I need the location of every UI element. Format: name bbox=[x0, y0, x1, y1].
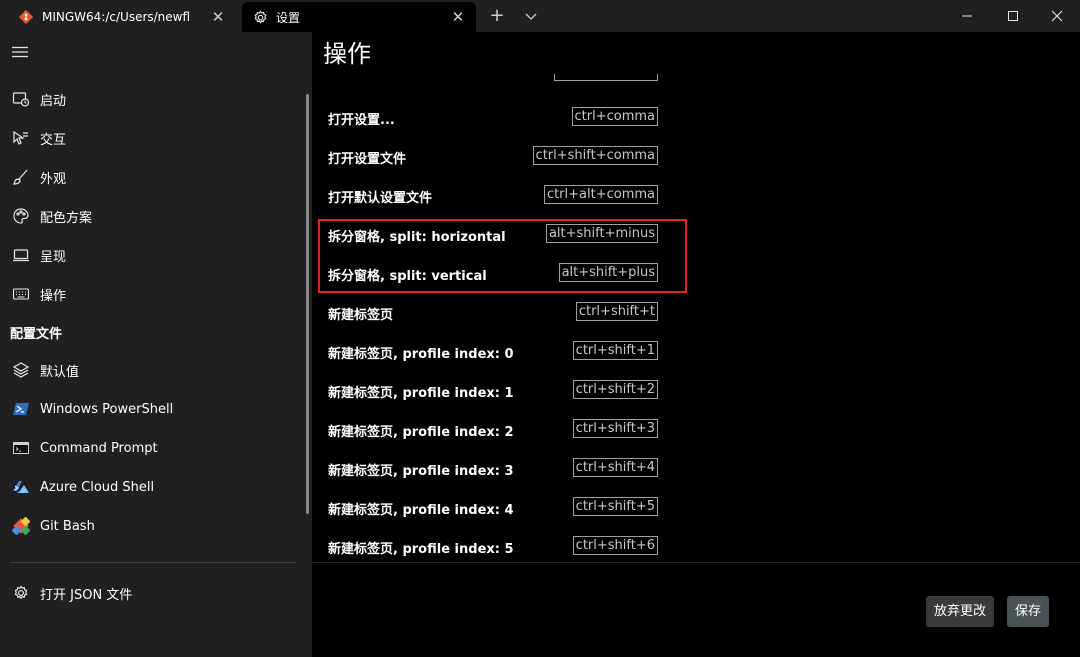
sidebar-item-label: 配色方案 bbox=[40, 210, 93, 226]
sidebar-item-label: 外观 bbox=[40, 171, 67, 187]
keybinding-action: 新建标签页, profile index: 2 bbox=[328, 425, 514, 440]
keybinding-keys[interactable]: ctrl+shift+5 bbox=[572, 497, 658, 516]
sidebar-item-actions[interactable]: 操作 bbox=[0, 276, 300, 312]
keybinding-action: 新建标签页, profile index: 3 bbox=[328, 464, 514, 479]
tab-mingw64[interactable]: MINGW64:/c/Users/newfl ✕ bbox=[8, 2, 236, 32]
keybinding-keys[interactable]: ctrl+shift+2 bbox=[572, 380, 658, 399]
cmd-icon bbox=[12, 439, 30, 457]
keybinding-row-new-tab-profile-3[interactable]: 新建标签页, profile index: 3 ctrl+shift+4 bbox=[328, 450, 658, 488]
keybinding-action: 新建标签页, profile index: 4 bbox=[328, 503, 514, 518]
keybinding-keys[interactable]: ctrl+shift+3 bbox=[572, 419, 658, 438]
keybinding-action: 新建标签页, profile index: 5 bbox=[328, 542, 514, 557]
hamburger-menu-icon[interactable] bbox=[12, 44, 28, 58]
palette-icon bbox=[12, 207, 30, 225]
window-close-button[interactable] bbox=[1034, 0, 1080, 32]
new-tab-button[interactable]: + bbox=[487, 6, 507, 26]
sidebar-item-rendering[interactable]: 呈现 bbox=[0, 237, 300, 273]
keybinding-keys[interactable]: ctrl+shift+comma bbox=[532, 146, 658, 165]
sidebar-item-azure-cloud-shell[interactable]: Azure Cloud Shell bbox=[0, 469, 300, 505]
sidebar-item-appearance[interactable]: 外观 bbox=[0, 159, 300, 195]
sidebar-item-label: Command Prompt bbox=[40, 440, 158, 456]
keybinding-action: 新建标签页 bbox=[328, 308, 394, 323]
layers-icon bbox=[12, 361, 30, 379]
git-bash-icon bbox=[18, 9, 34, 25]
sidebar-item-startup[interactable]: 启动 bbox=[0, 81, 300, 117]
brush-icon bbox=[12, 168, 30, 186]
keybinding-row-new-tab-profile-0[interactable]: 新建标签页, profile index: 0 ctrl+shift+1 bbox=[328, 333, 658, 371]
azure-icon bbox=[12, 478, 30, 496]
main-panel: 操作 打开设置... ctrl+comma 打开设置文件 ctrl+shift+… bbox=[312, 32, 1080, 657]
keybinding-row-open-settings-file[interactable]: 打开设置文件 ctrl+shift+comma bbox=[328, 138, 658, 176]
tab-settings[interactable]: 设置 ✕ bbox=[242, 2, 476, 32]
close-icon[interactable]: ✕ bbox=[210, 9, 226, 25]
startup-icon bbox=[12, 90, 30, 108]
gear-icon bbox=[12, 584, 30, 602]
sidebar-item-label: Windows PowerShell bbox=[40, 401, 174, 417]
page-title: 操作 bbox=[323, 40, 371, 68]
keybinding-keys[interactable]: ctrl+shift+6 bbox=[572, 536, 658, 555]
keybinding-keys[interactable]: ctrl+comma bbox=[571, 107, 658, 126]
title-bar: MINGW64:/c/Users/newfl ✕ 设置 ✕ + bbox=[0, 0, 1080, 32]
sidebar-item-label: 启动 bbox=[40, 93, 67, 109]
keybinding-row-new-tab[interactable]: 新建标签页 ctrl+shift+t bbox=[328, 294, 658, 332]
minimize-button[interactable] bbox=[944, 0, 990, 32]
profiles-section-title: 配置文件 bbox=[10, 327, 63, 342]
footer-divider bbox=[312, 562, 1080, 563]
keybinding-action: 新建标签页, profile index: 0 bbox=[328, 347, 514, 362]
git-bash-icon bbox=[12, 517, 30, 535]
sidebar-item-defaults[interactable]: 默认值 bbox=[0, 352, 300, 388]
partial-key-chip bbox=[554, 74, 658, 81]
sidebar-item-label: Azure Cloud Shell bbox=[40, 479, 155, 495]
keybinding-list[interactable]: 打开设置... ctrl+comma 打开设置文件 ctrl+shift+com… bbox=[312, 74, 1080, 562]
keybinding-row-new-tab-profile-1[interactable]: 新建标签页, profile index: 1 ctrl+shift+2 bbox=[328, 372, 658, 410]
powershell-icon bbox=[12, 400, 30, 418]
minimize-icon bbox=[962, 15, 972, 17]
highlight-annotation-box bbox=[318, 219, 687, 293]
open-json-label: 打开 JSON 文件 bbox=[40, 587, 133, 603]
keybinding-keys[interactable]: ctrl+shift+4 bbox=[572, 458, 658, 477]
sidebar-item-label: Git Bash bbox=[40, 518, 95, 534]
sidebar-item-git-bash[interactable]: Git Bash bbox=[0, 508, 300, 544]
sidebar-item-label: 呈现 bbox=[40, 249, 67, 265]
keybinding-row-open-default-settings[interactable]: 打开默认设置文件 ctrl+alt+comma bbox=[328, 177, 658, 215]
keybinding-action: 打开默认设置文件 bbox=[328, 191, 433, 206]
open-json-file-button[interactable]: 打开 JSON 文件 bbox=[0, 575, 300, 611]
keybinding-keys[interactable]: ctrl+shift+1 bbox=[572, 341, 658, 360]
close-icon bbox=[1051, 10, 1063, 22]
sidebar-item-label: 交互 bbox=[40, 132, 67, 148]
tab-title: MINGW64:/c/Users/newfl bbox=[42, 10, 191, 24]
keybinding-row-new-tab-profile-4[interactable]: 新建标签页, profile index: 4 ctrl+shift+5 bbox=[328, 489, 658, 527]
keyboard-icon bbox=[12, 285, 30, 303]
sidebar-item-command-prompt[interactable]: Command Prompt bbox=[0, 430, 300, 466]
sidebar-item-windows-powershell[interactable]: Windows PowerShell bbox=[0, 391, 300, 427]
keybinding-action: 打开设置... bbox=[328, 113, 395, 128]
interaction-icon bbox=[12, 129, 30, 147]
sidebar-item-label: 操作 bbox=[40, 288, 67, 304]
keybinding-row-new-tab-profile-5[interactable]: 新建标签页, profile index: 5 ctrl+shift+6 bbox=[328, 528, 658, 562]
gear-icon bbox=[252, 9, 268, 25]
keybinding-row-new-tab-profile-2[interactable]: 新建标签页, profile index: 2 ctrl+shift+3 bbox=[328, 411, 658, 449]
keybinding-keys[interactable]: ctrl+shift+t bbox=[575, 302, 658, 321]
maximize-icon bbox=[1008, 11, 1018, 21]
sidebar-item-color-schemes[interactable]: 配色方案 bbox=[0, 198, 300, 234]
sidebar-item-label: 默认值 bbox=[40, 364, 80, 380]
keybinding-row-open-settings[interactable]: 打开设置... ctrl+comma bbox=[328, 99, 658, 137]
close-icon[interactable]: ✕ bbox=[450, 9, 466, 25]
discard-changes-button[interactable]: 放弃更改 bbox=[926, 596, 995, 627]
keybinding-keys[interactable]: ctrl+alt+comma bbox=[543, 185, 658, 204]
sidebar: 启动 交互 外观 配色方案 呈现 操作 配置文件 默认值 Windows Pow… bbox=[0, 32, 312, 657]
monitor-icon bbox=[12, 246, 30, 264]
chevron-down-icon[interactable] bbox=[521, 6, 541, 26]
maximize-button[interactable] bbox=[990, 0, 1036, 32]
save-button[interactable]: 保存 bbox=[1007, 596, 1050, 627]
keybinding-action: 打开设置文件 bbox=[328, 152, 407, 167]
sidebar-item-interaction[interactable]: 交互 bbox=[0, 120, 300, 156]
sidebar-divider bbox=[10, 562, 296, 563]
keybinding-action: 新建标签页, profile index: 1 bbox=[328, 386, 514, 401]
sidebar-scrollbar[interactable] bbox=[306, 94, 309, 514]
tab-title: 设置 bbox=[276, 10, 301, 25]
